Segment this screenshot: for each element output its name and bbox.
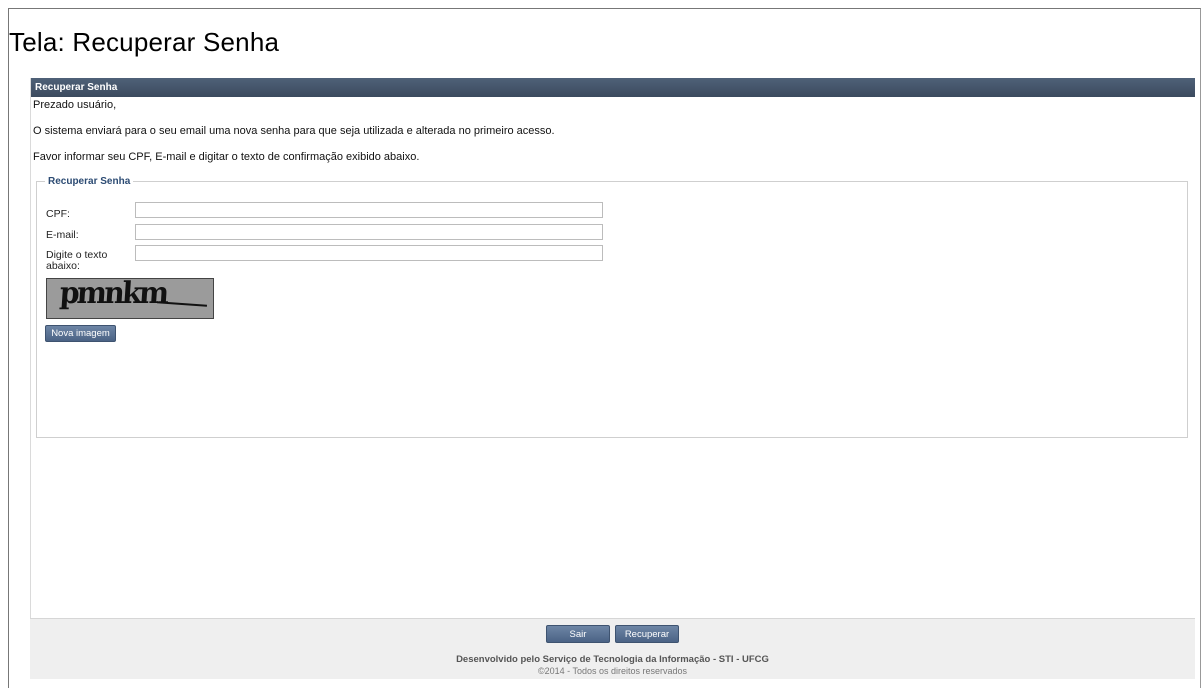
cpf-label: CPF: xyxy=(46,208,70,220)
instruction-text: Favor informar seu CPF, E-mail e digitar… xyxy=(33,151,420,163)
footer-copyright: ©2014 - Todos os direitos reservados xyxy=(537,666,688,676)
captcha-image-text: pmnkm xyxy=(58,278,168,311)
recover-fieldset: Recuperar Senha CPF: E-mail: Digite o te… xyxy=(36,176,1188,438)
footer-credit: Desenvolvido pelo Serviço de Tecnologia … xyxy=(456,654,769,665)
panel-header: Recuperar Senha xyxy=(31,78,1195,97)
screen-title: Tela: Recuperar Senha xyxy=(9,27,280,57)
footer-bar: Sair Recuperar Desenvolvido pelo Serviço… xyxy=(30,618,1195,679)
greeting-text: Prezado usuário, xyxy=(33,99,117,111)
captcha-input[interactable] xyxy=(135,245,603,261)
cpf-input[interactable] xyxy=(135,202,603,218)
email-label: E-mail: xyxy=(46,229,79,241)
recover-button[interactable]: Recuperar xyxy=(615,625,679,643)
exit-button[interactable]: Sair xyxy=(546,625,610,643)
info-text: O sistema enviará para o seu email uma n… xyxy=(33,125,555,137)
fieldset-legend: Recuperar Senha xyxy=(48,176,131,187)
new-image-button[interactable]: Nova imagem xyxy=(45,325,116,342)
captcha-image: pmnkm xyxy=(46,278,214,319)
recover-password-panel: Recuperar Senha Prezado usuário, O siste… xyxy=(30,78,1195,678)
email-input[interactable] xyxy=(135,224,603,240)
captcha-label: Digite o texto abaixo: xyxy=(46,249,108,272)
